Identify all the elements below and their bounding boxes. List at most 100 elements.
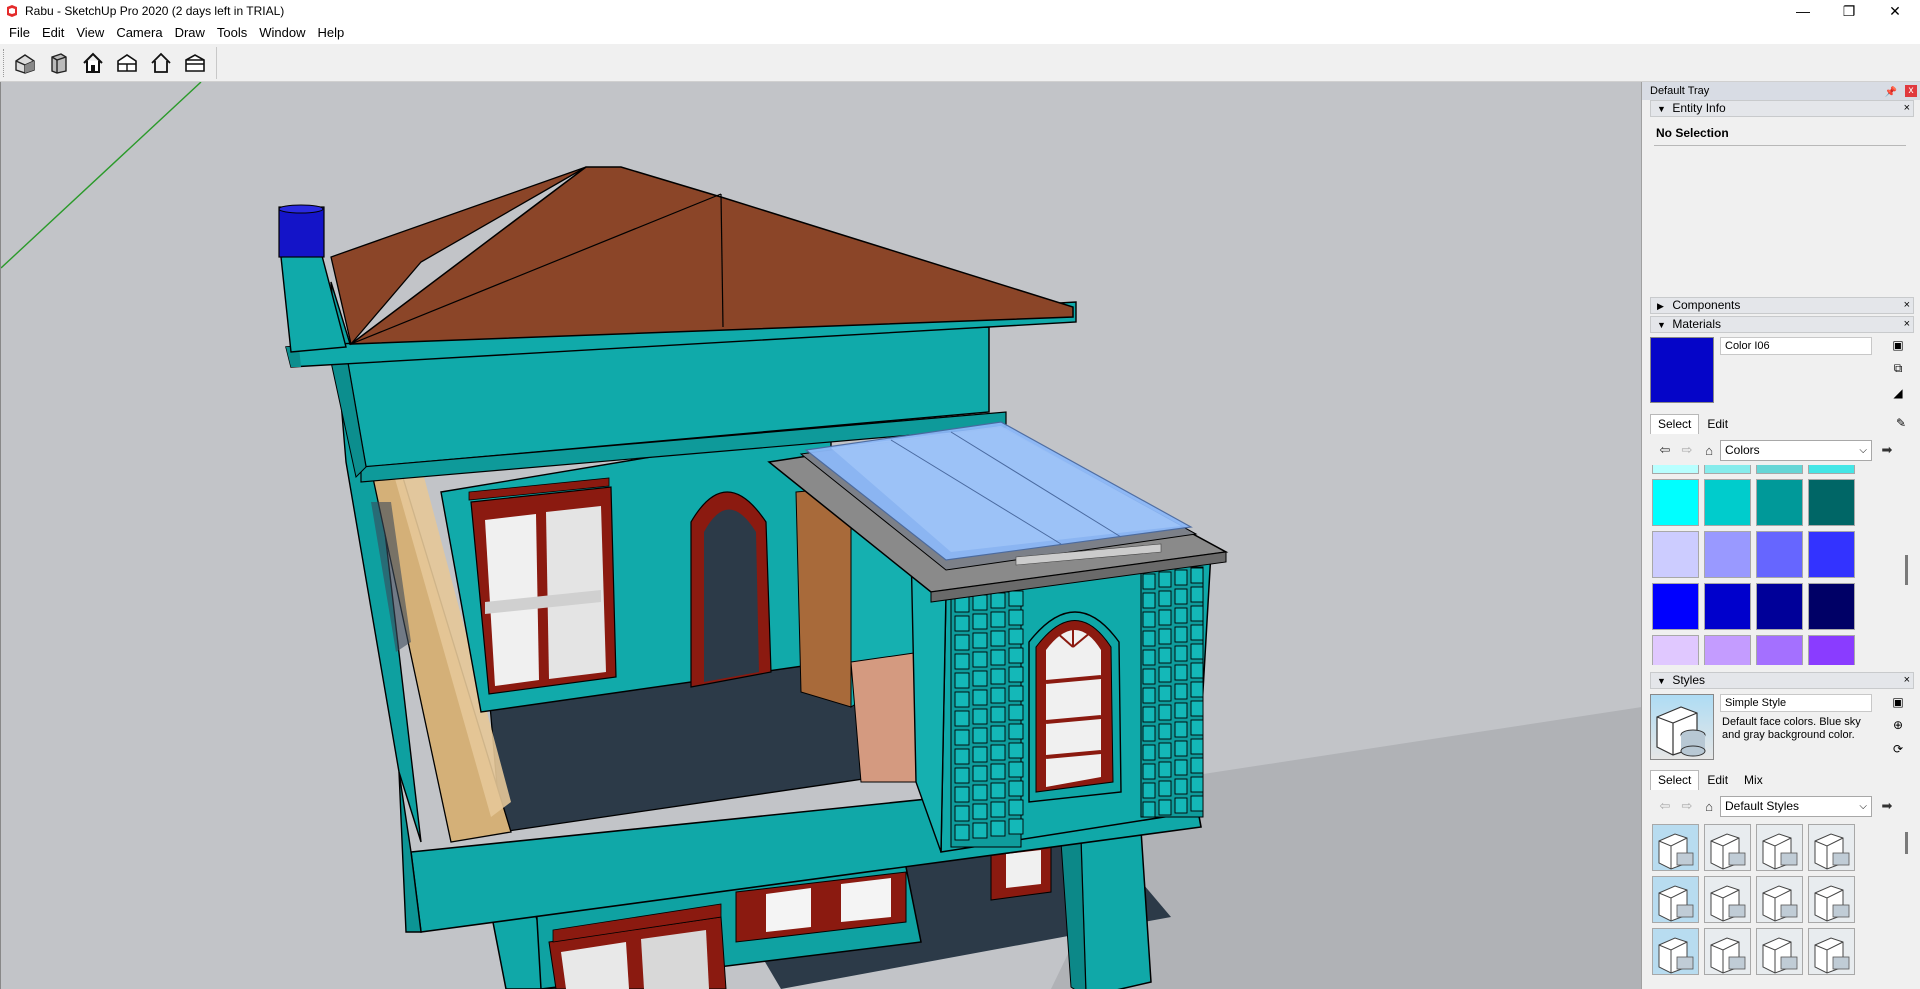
- breeze-block: [1008, 609, 1024, 626]
- tab-styles-edit[interactable]: Edit: [1699, 770, 1736, 790]
- material-swatch[interactable]: [1808, 465, 1855, 474]
- minimize-button[interactable]: —: [1780, 0, 1826, 22]
- create-material-icon[interactable]: ▣: [1889, 336, 1907, 354]
- close-icon[interactable]: ×: [1904, 101, 1910, 116]
- tab-styles-mix[interactable]: Mix: [1736, 770, 1771, 790]
- tab-materials-edit[interactable]: Edit: [1699, 414, 1736, 434]
- entity-info-header[interactable]: ▼ Entity Info ×: [1650, 100, 1914, 117]
- material-swatch[interactable]: [1756, 583, 1803, 630]
- breeze-block: [972, 613, 988, 630]
- style-thumbnail[interactable]: [1756, 928, 1803, 975]
- create-style-icon[interactable]: ▣: [1889, 693, 1907, 711]
- toolbar-grip[interactable]: [3, 49, 6, 77]
- style-name-field[interactable]: Simple Style: [1720, 694, 1872, 712]
- material-swatch[interactable]: [1704, 465, 1751, 474]
- styles-scrollbar[interactable]: [1900, 824, 1914, 989]
- left-view-button[interactable]: [178, 47, 212, 79]
- material-swatch[interactable]: [1652, 479, 1699, 526]
- material-swatch[interactable]: [1652, 465, 1699, 474]
- eyedropper-icon[interactable]: ✎: [1892, 414, 1910, 432]
- update-style-icon[interactable]: ⊕: [1889, 716, 1907, 734]
- details-arrow-icon[interactable]: ➡: [1876, 440, 1898, 460]
- close-icon[interactable]: ×: [1904, 673, 1910, 688]
- material-swatch[interactable]: [1756, 635, 1803, 665]
- materials-header[interactable]: ▼ Materials ×: [1650, 316, 1914, 333]
- front-view-button[interactable]: [42, 47, 76, 79]
- top-view-button[interactable]: [76, 47, 110, 79]
- material-swatch[interactable]: [1756, 531, 1803, 578]
- style-thumbnail[interactable]: [1808, 928, 1855, 975]
- current-material-swatch[interactable]: [1650, 337, 1714, 403]
- close-icon[interactable]: ×: [1904, 317, 1910, 332]
- back-arrow-icon[interactable]: ⇦: [1654, 796, 1676, 816]
- style-thumbnail[interactable]: [1756, 824, 1803, 871]
- refresh-icon[interactable]: ⟳: [1889, 740, 1907, 758]
- style-thumbnail[interactable]: [1652, 876, 1699, 923]
- style-thumbnail[interactable]: [1704, 824, 1751, 871]
- components-header[interactable]: ▶ Components ×: [1650, 297, 1914, 314]
- material-swatch[interactable]: [1652, 583, 1699, 630]
- tab-materials-select[interactable]: Select: [1650, 414, 1700, 434]
- materials-scrollbar[interactable]: [1900, 465, 1914, 665]
- details-arrow-icon[interactable]: ➡: [1876, 796, 1898, 816]
- tray-close-button[interactable]: x: [1905, 85, 1917, 97]
- breeze-block: [972, 689, 988, 706]
- menu-window[interactable]: Window: [253, 23, 311, 43]
- material-swatch[interactable]: [1808, 583, 1855, 630]
- material-swatch[interactable]: [1704, 635, 1751, 665]
- menu-help[interactable]: Help: [312, 23, 351, 43]
- breeze-block: [1174, 569, 1188, 586]
- breeze-block: [1142, 763, 1156, 780]
- material-swatch[interactable]: [1756, 465, 1803, 474]
- close-button[interactable]: ✕: [1872, 0, 1918, 22]
- breeze-block: [1190, 757, 1204, 774]
- style-thumbnail[interactable]: [1704, 876, 1751, 923]
- material-swatch[interactable]: [1704, 531, 1751, 578]
- back-arrow-icon[interactable]: ⇦: [1654, 440, 1676, 460]
- menu-edit[interactable]: Edit: [36, 23, 70, 43]
- material-swatch[interactable]: [1652, 531, 1699, 578]
- menu-camera[interactable]: Camera: [110, 23, 168, 43]
- iso-view-button[interactable]: [8, 47, 42, 79]
- tab-styles-select[interactable]: Select: [1650, 770, 1700, 790]
- scrollbar-thumb[interactable]: [1905, 555, 1908, 585]
- home-icon[interactable]: ⌂: [1698, 796, 1720, 816]
- material-swatch[interactable]: [1808, 635, 1855, 665]
- styles-library-select[interactable]: Default Styles ⌵: [1720, 795, 1872, 817]
- forward-arrow-icon[interactable]: ⇨: [1676, 796, 1698, 816]
- menu-file[interactable]: File: [3, 23, 36, 43]
- style-thumbnail[interactable]: [1652, 928, 1699, 975]
- material-swatch[interactable]: [1756, 479, 1803, 526]
- material-swatch[interactable]: [1808, 531, 1855, 578]
- material-swatch[interactable]: [1808, 479, 1855, 526]
- close-icon[interactable]: ×: [1904, 298, 1910, 313]
- menu-tools[interactable]: Tools: [211, 23, 253, 43]
- style-thumbnail[interactable]: [1756, 876, 1803, 923]
- breeze-block: [972, 784, 988, 801]
- menu-draw[interactable]: Draw: [169, 23, 211, 43]
- display-secondary-pane-icon[interactable]: ⧉: [1889, 359, 1907, 377]
- model-viewport[interactable]: [0, 82, 1641, 989]
- iso-view-icon: [15, 54, 35, 74]
- home-icon[interactable]: ⌂: [1698, 440, 1720, 460]
- material-swatch[interactable]: [1704, 583, 1751, 630]
- material-swatch[interactable]: [1704, 479, 1751, 526]
- style-thumbnail[interactable]: [1808, 876, 1855, 923]
- forward-arrow-icon[interactable]: ⇨: [1676, 440, 1698, 460]
- menu-view[interactable]: View: [70, 23, 110, 43]
- breeze-block: [972, 651, 988, 668]
- materials-library-select[interactable]: Colors ⌵: [1720, 439, 1872, 461]
- style-thumbnail[interactable]: [1704, 928, 1751, 975]
- material-swatch[interactable]: [1652, 635, 1699, 665]
- maximize-button[interactable]: ❐: [1826, 0, 1872, 22]
- style-thumbnail[interactable]: [1652, 824, 1699, 871]
- sample-paint-icon[interactable]: ◢: [1889, 384, 1907, 402]
- material-name-field[interactable]: Color I06: [1720, 337, 1872, 355]
- scrollbar-thumb[interactable]: [1905, 832, 1908, 854]
- right-view-button[interactable]: [110, 47, 144, 79]
- breeze-block: [1158, 609, 1172, 626]
- styles-header[interactable]: ▼ Styles ×: [1650, 672, 1914, 689]
- back-view-button[interactable]: [144, 47, 178, 79]
- tray-title-bar: Default Tray 📌 x: [1642, 82, 1920, 100]
- style-thumbnail[interactable]: [1808, 824, 1855, 871]
